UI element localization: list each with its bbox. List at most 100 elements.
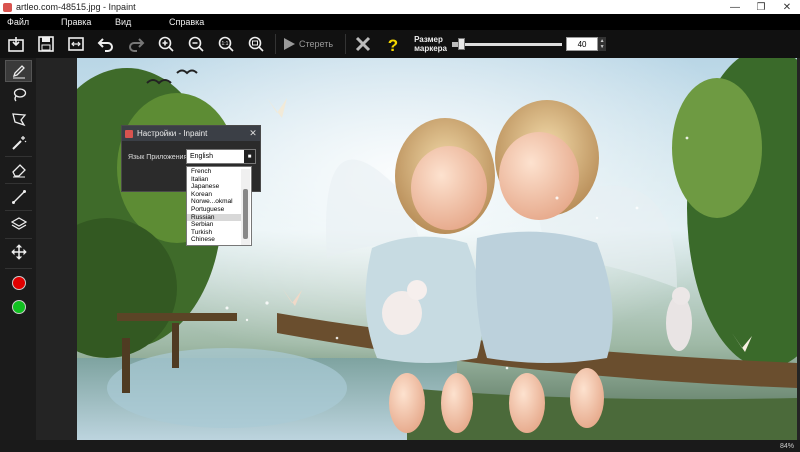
zoom-fit-button[interactable] xyxy=(245,33,267,55)
marker-size-label: Размер маркера xyxy=(414,35,448,53)
green-color-swatch xyxy=(11,300,26,314)
lasso-icon xyxy=(13,88,26,102)
open-icon xyxy=(8,37,24,52)
menu-view[interactable]: Вид xyxy=(108,17,162,27)
language-option[interactable]: Serbian xyxy=(187,221,241,229)
marker-size-value: 40 xyxy=(577,39,587,49)
lasso-tool[interactable] xyxy=(5,84,32,106)
erase-label: Стереть xyxy=(299,39,334,49)
erase-button[interactable]: Стереть xyxy=(282,37,333,51)
menu-bar: Файл Правка Вид Справка xyxy=(0,14,800,30)
language-option[interactable]: Russian xyxy=(187,213,241,222)
undo-button[interactable] xyxy=(95,33,117,55)
menu-edit[interactable]: Правка xyxy=(54,17,108,27)
tool-panel xyxy=(0,58,36,440)
window-title: artleo.com-48515.jpg - Inpaint xyxy=(16,2,136,12)
language-option[interactable]: French xyxy=(187,168,241,176)
tool-separator xyxy=(5,268,32,269)
zoom-in-button[interactable] xyxy=(155,33,177,55)
green-marker-color[interactable] xyxy=(5,296,32,318)
zoom-out-button[interactable] xyxy=(185,33,207,55)
dialog-title: Настройки - Inpaint xyxy=(137,129,208,138)
status-bar: 84% xyxy=(0,440,800,452)
marker-size-label-line1: Размер xyxy=(414,35,443,44)
magic-wand-tool[interactable] xyxy=(5,132,32,154)
svg-text:?: ? xyxy=(388,36,398,53)
redo-icon xyxy=(129,38,145,52)
help-button[interactable]: ? xyxy=(382,33,404,55)
red-marker-color[interactable] xyxy=(5,272,32,294)
red-color-swatch xyxy=(11,276,26,290)
language-dropdown-list[interactable]: French Italian Japanese Korean Norwe...okmal… xyxy=(186,166,252,246)
marker-size-label-line2: маркера xyxy=(414,44,447,53)
marker-size-stepper[interactable]: ▲ ▼ xyxy=(598,37,607,51)
redo-button[interactable] xyxy=(125,33,147,55)
question-icon: ? xyxy=(388,36,398,53)
tool-separator xyxy=(5,156,32,157)
menu-file[interactable]: Файл xyxy=(0,17,54,27)
minimize-icon[interactable]: — xyxy=(722,0,748,14)
compare-button[interactable] xyxy=(65,33,87,55)
layers-icon xyxy=(10,217,27,230)
title-bar: artleo.com-48515.jpg - Inpaint — ❐ ✕ xyxy=(0,0,800,14)
zoom-actual-button[interactable]: 1:1 xyxy=(215,33,237,55)
eraser-tool[interactable] xyxy=(5,159,32,181)
toolbar-separator xyxy=(275,34,276,54)
polygon-lasso-icon xyxy=(11,113,26,127)
line-icon xyxy=(11,190,26,204)
marker-size-input[interactable]: 40 xyxy=(566,37,599,51)
dialog-title-bar[interactable]: Настройки - Inpaint ✕ xyxy=(122,126,260,141)
save-button[interactable] xyxy=(35,33,57,55)
toolbar-separator xyxy=(345,34,347,54)
language-option[interactable]: Japanese xyxy=(187,183,241,191)
zoom-level: 84% xyxy=(779,442,794,450)
close-icon[interactable]: ✕ xyxy=(774,0,800,14)
compare-icon xyxy=(68,37,84,51)
language-select[interactable]: English ■ xyxy=(186,149,256,164)
undo-icon xyxy=(97,38,113,52)
close-icon[interactable]: ✕ xyxy=(246,128,260,139)
fairy-children-image xyxy=(77,58,797,440)
tool-separator xyxy=(5,210,32,211)
zoom-actual-icon: 1:1 xyxy=(218,36,234,52)
slider-track xyxy=(452,43,563,46)
save-icon xyxy=(38,36,54,52)
marker-tool[interactable] xyxy=(5,60,32,82)
dropdown-scrollbar[interactable] xyxy=(241,169,250,245)
tool-separator xyxy=(5,238,32,239)
app-icon xyxy=(125,129,133,138)
scrollbar-thumb[interactable] xyxy=(243,189,248,239)
clear-selection-button[interactable] xyxy=(352,33,374,55)
x-icon xyxy=(356,36,371,52)
tool-separator xyxy=(5,183,32,184)
dropdown-arrow-icon[interactable]: ■ xyxy=(244,150,255,163)
line-tool[interactable] xyxy=(5,186,32,208)
chevron-down-icon[interactable]: ▼ xyxy=(600,44,605,50)
app-window: artleo.com-48515.jpg - Inpaint — ❐ ✕ Фай… xyxy=(0,0,800,452)
maximize-icon[interactable]: ❐ xyxy=(748,0,774,14)
language-option[interactable]: Portuguese xyxy=(187,206,241,214)
svg-text:1:1: 1:1 xyxy=(222,41,229,47)
language-option[interactable]: Norwe...okmal xyxy=(187,198,241,206)
open-button[interactable] xyxy=(5,33,27,55)
language-option[interactable]: Italian xyxy=(187,176,241,184)
language-option[interactable]: Korean xyxy=(187,191,241,199)
move-icon xyxy=(10,244,27,260)
eraser-icon xyxy=(11,164,26,178)
move-tool[interactable] xyxy=(5,241,32,263)
slider-thumb[interactable] xyxy=(457,38,465,50)
zoom-out-icon xyxy=(188,36,204,52)
menu-help[interactable]: Справка xyxy=(162,17,216,27)
zoom-fit-icon xyxy=(248,36,264,52)
magic-wand-icon xyxy=(11,136,26,150)
language-option[interactable]: Turkish xyxy=(187,229,241,237)
polygonal-lasso-tool[interactable] xyxy=(5,108,32,130)
marker-size-slider[interactable] xyxy=(452,38,563,50)
language-option[interactable]: Chinese xyxy=(187,236,241,244)
canvas-area xyxy=(36,58,800,440)
image-canvas[interactable] xyxy=(77,58,797,440)
language-label: Язык Приложения xyxy=(128,154,188,161)
language-selected-value: English xyxy=(190,153,213,160)
layers-tool[interactable] xyxy=(5,213,32,235)
play-icon xyxy=(284,38,295,50)
